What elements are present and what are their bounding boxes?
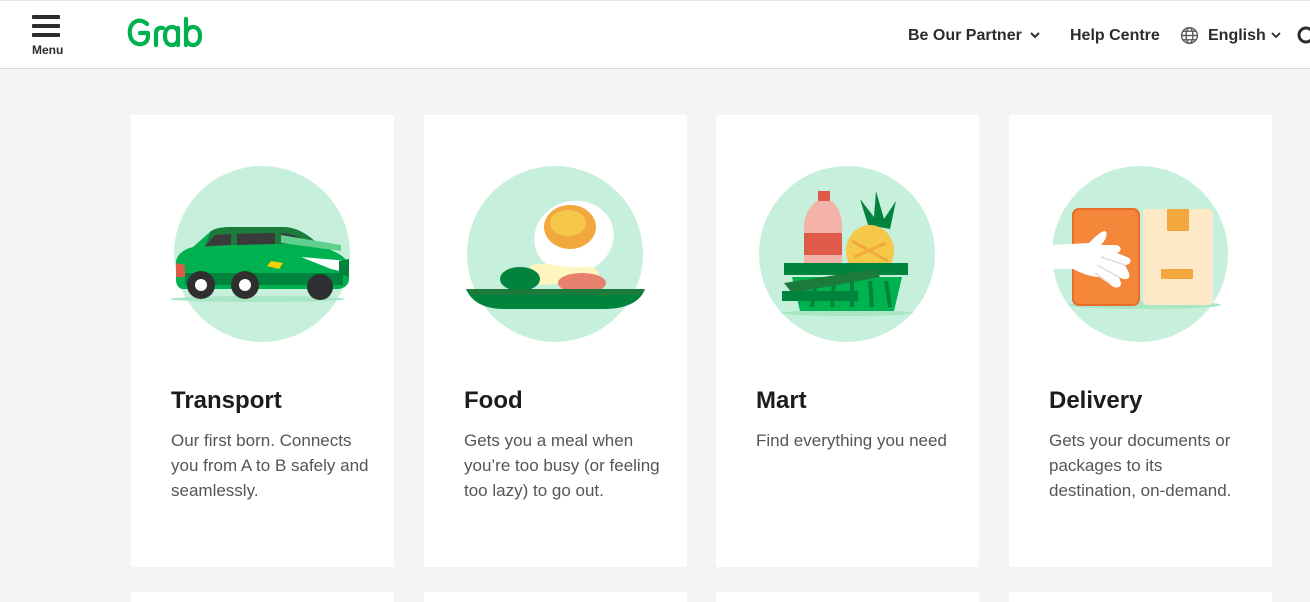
menu-label: Menu [32, 43, 64, 57]
card-description: Find everything you need [756, 431, 947, 450]
hamburger-icon [32, 15, 60, 19]
food-illustration [464, 165, 646, 345]
hamburger-icon-line [32, 24, 60, 28]
grab-logo[interactable] [126, 16, 218, 57]
chevron-down-icon [1271, 32, 1281, 39]
chevron-down-icon [1030, 32, 1040, 39]
service-card-next-row [716, 592, 979, 602]
be-our-partner-label: Be Our Partner [908, 26, 1022, 44]
service-card-transport[interactable]: Transport Our first born. Connects you f… [131, 115, 394, 567]
card-description: Gets your documents or packages to its d… [1049, 431, 1232, 500]
card-title: Transport [171, 387, 282, 414]
service-card-next-row [424, 592, 687, 602]
top-navigation-bar: Menu Be Our Partner Help Centre English [0, 0, 1310, 69]
hamburger-icon-line [32, 33, 60, 37]
car-illustration [169, 165, 353, 345]
language-label: English [1208, 26, 1266, 44]
search-button[interactable] [1296, 1, 1310, 70]
card-description: Our first born. Connects you from A to B… [171, 431, 369, 500]
grocery-basket-illustration [756, 165, 938, 345]
service-card-delivery[interactable]: Delivery Gets your documents or packages… [1009, 115, 1272, 567]
service-card-food[interactable]: Food Gets you a meal when you’re too bus… [424, 115, 687, 567]
help-centre-label: Help Centre [1070, 26, 1160, 44]
help-centre-link[interactable]: Help Centre [1070, 1, 1160, 70]
language-selector[interactable]: English [1180, 1, 1281, 70]
card-title: Mart [756, 387, 807, 414]
menu-button[interactable]: Menu [28, 13, 68, 59]
service-card-mart[interactable]: Mart Find everything you need [716, 115, 979, 567]
package-delivery-illustration [1049, 165, 1231, 345]
service-card-next-row [131, 592, 394, 602]
globe-icon [1180, 26, 1199, 45]
search-icon [1297, 26, 1310, 43]
card-title: Food [464, 387, 523, 414]
be-our-partner-menu[interactable]: Be Our Partner [908, 1, 1040, 70]
grab-logo-icon [127, 16, 203, 48]
card-description: Gets you a meal when you’re too busy (or… [464, 431, 660, 500]
service-card-next-row [1009, 592, 1272, 602]
card-title: Delivery [1049, 387, 1143, 414]
